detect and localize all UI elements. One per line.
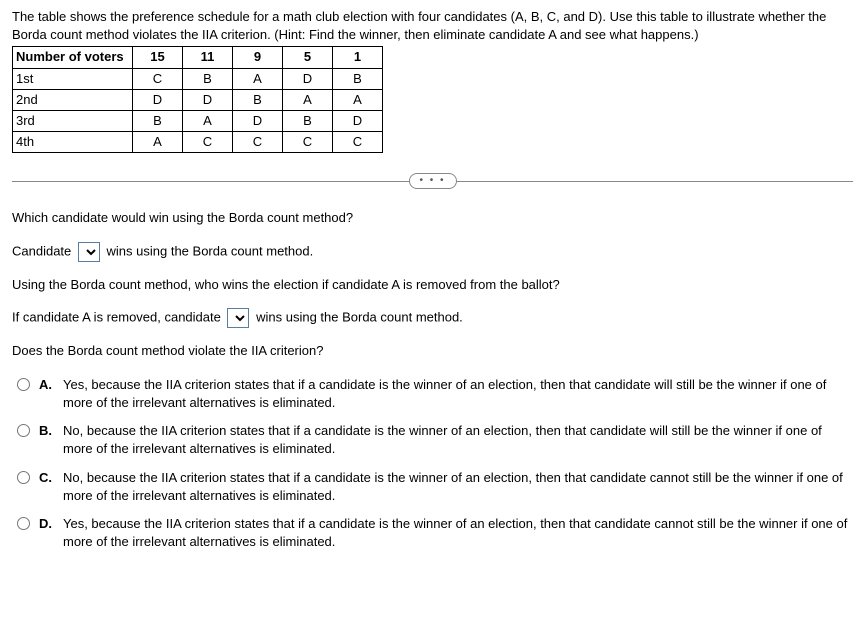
fill-in-2: If candidate A is removed, candidate win… [12,308,853,328]
voter-count: 11 [183,47,233,68]
fill1-post: wins using the Borda count method. [107,243,314,258]
pref-cell: B [333,68,383,89]
radio-d[interactable] [17,517,30,530]
option-letter: A. [39,376,57,394]
fill-in-1: Candidate wins using the Borda count met… [12,242,853,262]
expand-pill[interactable]: • • • [408,173,456,189]
fill2-pre: If candidate A is removed, candidate [12,309,221,324]
option-letter: D. [39,515,57,533]
option-text: No, because the IIA criterion states tha… [63,469,853,505]
option-c: C. No, because the IIA criterion states … [12,469,853,505]
fill2-post: wins using the Borda count method. [256,309,463,324]
pref-cell: B [133,110,183,131]
voter-count: 1 [333,47,383,68]
pref-cell: B [233,89,283,110]
radio-c[interactable] [17,471,30,484]
pref-cell: D [233,110,283,131]
option-a: A. Yes, because the IIA criterion states… [12,376,853,412]
rank-label: 3rd [13,110,133,131]
pref-cell: B [283,110,333,131]
pref-cell: A [183,110,233,131]
pref-cell: D [133,89,183,110]
preference-table: Number of voters 15 11 9 5 1 1st C B A D… [12,46,383,153]
option-d: D. Yes, because the IIA criterion states… [12,515,853,551]
option-letter: C. [39,469,57,487]
pref-cell: C [183,132,233,153]
pref-cell: C [283,132,333,153]
option-letter: B. [39,422,57,440]
voter-count: 15 [133,47,183,68]
rank-label: 2nd [13,89,133,110]
fill1-pre: Candidate [12,243,71,258]
section-divider: • • • [12,171,853,191]
pref-cell: A [333,89,383,110]
pref-cell: D [183,89,233,110]
pref-cell: D [283,68,333,89]
voter-count: 5 [283,47,333,68]
rank-label: 1st [13,68,133,89]
question-3: Does the Borda count method violate the … [12,342,853,360]
question-1: Which candidate would win using the Bord… [12,209,853,227]
option-text: Yes, because the IIA criterion states th… [63,376,853,412]
question-2: Using the Borda count method, who wins t… [12,276,853,294]
pref-cell: C [233,132,283,153]
radio-a[interactable] [17,378,30,391]
rank-label: 4th [13,132,133,153]
pref-cell: A [233,68,283,89]
pref-cell: A [133,132,183,153]
option-text: No, because the IIA criterion states tha… [63,422,853,458]
pref-cell: B [183,68,233,89]
voter-count: 9 [233,47,283,68]
candidate-select-1[interactable] [78,242,100,262]
pref-cell: D [333,110,383,131]
radio-b[interactable] [17,424,30,437]
candidate-select-2[interactable] [227,308,249,328]
mc-options: A. Yes, because the IIA criterion states… [12,376,853,552]
pref-cell: C [133,68,183,89]
option-text: Yes, because the IIA criterion states th… [63,515,853,551]
question-intro: The table shows the preference schedule … [12,8,853,44]
pref-cell: C [333,132,383,153]
pref-cell: A [283,89,333,110]
table-header-label: Number of voters [13,47,133,68]
option-b: B. No, because the IIA criterion states … [12,422,853,458]
